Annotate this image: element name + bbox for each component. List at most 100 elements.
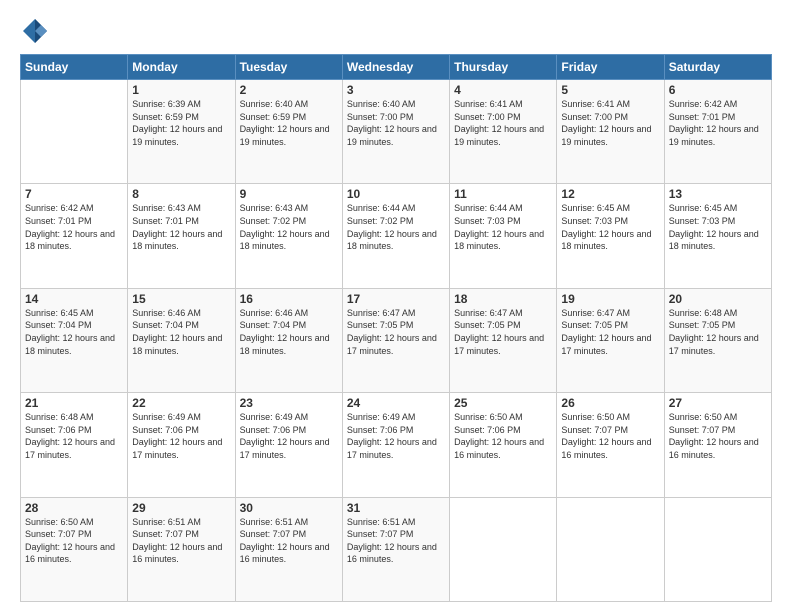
day-info: Sunrise: 6:47 AMSunset: 7:05 PMDaylight:… xyxy=(561,307,659,357)
day-number: 18 xyxy=(454,292,552,306)
day-number: 8 xyxy=(132,187,230,201)
day-number: 23 xyxy=(240,396,338,410)
day-cell: 26Sunrise: 6:50 AMSunset: 7:07 PMDayligh… xyxy=(557,393,664,497)
day-number: 5 xyxy=(561,83,659,97)
day-number: 12 xyxy=(561,187,659,201)
day-cell: 28Sunrise: 6:50 AMSunset: 7:07 PMDayligh… xyxy=(21,497,128,601)
day-cell: 21Sunrise: 6:48 AMSunset: 7:06 PMDayligh… xyxy=(21,393,128,497)
day-cell: 6Sunrise: 6:42 AMSunset: 7:01 PMDaylight… xyxy=(664,80,771,184)
calendar-table: SundayMondayTuesdayWednesdayThursdayFrid… xyxy=(20,54,772,602)
day-cell: 4Sunrise: 6:41 AMSunset: 7:00 PMDaylight… xyxy=(450,80,557,184)
header-day-thursday: Thursday xyxy=(450,55,557,80)
day-number: 28 xyxy=(25,501,123,515)
day-info: Sunrise: 6:50 AMSunset: 7:07 PMDaylight:… xyxy=(669,411,767,461)
day-info: Sunrise: 6:47 AMSunset: 7:05 PMDaylight:… xyxy=(454,307,552,357)
day-number: 2 xyxy=(240,83,338,97)
day-info: Sunrise: 6:50 AMSunset: 7:06 PMDaylight:… xyxy=(454,411,552,461)
week-row-0: 1Sunrise: 6:39 AMSunset: 6:59 PMDaylight… xyxy=(21,80,772,184)
day-info: Sunrise: 6:44 AMSunset: 7:02 PMDaylight:… xyxy=(347,202,445,252)
day-cell: 2Sunrise: 6:40 AMSunset: 6:59 PMDaylight… xyxy=(235,80,342,184)
day-number: 24 xyxy=(347,396,445,410)
header xyxy=(20,16,772,46)
logo xyxy=(20,16,54,46)
day-cell: 10Sunrise: 6:44 AMSunset: 7:02 PMDayligh… xyxy=(342,184,449,288)
day-cell: 8Sunrise: 6:43 AMSunset: 7:01 PMDaylight… xyxy=(128,184,235,288)
day-number: 15 xyxy=(132,292,230,306)
day-info: Sunrise: 6:49 AMSunset: 7:06 PMDaylight:… xyxy=(132,411,230,461)
day-cell xyxy=(557,497,664,601)
day-number: 30 xyxy=(240,501,338,515)
day-cell xyxy=(21,80,128,184)
day-info: Sunrise: 6:43 AMSunset: 7:01 PMDaylight:… xyxy=(132,202,230,252)
day-cell: 3Sunrise: 6:40 AMSunset: 7:00 PMDaylight… xyxy=(342,80,449,184)
day-cell: 11Sunrise: 6:44 AMSunset: 7:03 PMDayligh… xyxy=(450,184,557,288)
logo-icon xyxy=(20,16,50,46)
day-number: 1 xyxy=(132,83,230,97)
day-info: Sunrise: 6:49 AMSunset: 7:06 PMDaylight:… xyxy=(347,411,445,461)
day-cell: 20Sunrise: 6:48 AMSunset: 7:05 PMDayligh… xyxy=(664,288,771,392)
day-info: Sunrise: 6:40 AMSunset: 7:00 PMDaylight:… xyxy=(347,98,445,148)
day-info: Sunrise: 6:41 AMSunset: 7:00 PMDaylight:… xyxy=(561,98,659,148)
day-info: Sunrise: 6:42 AMSunset: 7:01 PMDaylight:… xyxy=(25,202,123,252)
day-info: Sunrise: 6:51 AMSunset: 7:07 PMDaylight:… xyxy=(132,516,230,566)
day-number: 25 xyxy=(454,396,552,410)
day-cell: 30Sunrise: 6:51 AMSunset: 7:07 PMDayligh… xyxy=(235,497,342,601)
day-number: 22 xyxy=(132,396,230,410)
day-cell: 12Sunrise: 6:45 AMSunset: 7:03 PMDayligh… xyxy=(557,184,664,288)
day-number: 20 xyxy=(669,292,767,306)
day-info: Sunrise: 6:51 AMSunset: 7:07 PMDaylight:… xyxy=(347,516,445,566)
day-info: Sunrise: 6:39 AMSunset: 6:59 PMDaylight:… xyxy=(132,98,230,148)
day-cell: 17Sunrise: 6:47 AMSunset: 7:05 PMDayligh… xyxy=(342,288,449,392)
day-number: 4 xyxy=(454,83,552,97)
day-cell xyxy=(450,497,557,601)
day-cell: 1Sunrise: 6:39 AMSunset: 6:59 PMDaylight… xyxy=(128,80,235,184)
header-row: SundayMondayTuesdayWednesdayThursdayFrid… xyxy=(21,55,772,80)
day-number: 11 xyxy=(454,187,552,201)
day-cell: 18Sunrise: 6:47 AMSunset: 7:05 PMDayligh… xyxy=(450,288,557,392)
day-number: 14 xyxy=(25,292,123,306)
week-row-4: 28Sunrise: 6:50 AMSunset: 7:07 PMDayligh… xyxy=(21,497,772,601)
day-cell: 15Sunrise: 6:46 AMSunset: 7:04 PMDayligh… xyxy=(128,288,235,392)
day-number: 9 xyxy=(240,187,338,201)
day-number: 26 xyxy=(561,396,659,410)
day-cell: 7Sunrise: 6:42 AMSunset: 7:01 PMDaylight… xyxy=(21,184,128,288)
day-cell: 13Sunrise: 6:45 AMSunset: 7:03 PMDayligh… xyxy=(664,184,771,288)
day-info: Sunrise: 6:41 AMSunset: 7:00 PMDaylight:… xyxy=(454,98,552,148)
day-info: Sunrise: 6:48 AMSunset: 7:06 PMDaylight:… xyxy=(25,411,123,461)
day-number: 21 xyxy=(25,396,123,410)
page: SundayMondayTuesdayWednesdayThursdayFrid… xyxy=(0,0,792,612)
day-info: Sunrise: 6:49 AMSunset: 7:06 PMDaylight:… xyxy=(240,411,338,461)
day-cell: 14Sunrise: 6:45 AMSunset: 7:04 PMDayligh… xyxy=(21,288,128,392)
header-day-wednesday: Wednesday xyxy=(342,55,449,80)
day-cell: 25Sunrise: 6:50 AMSunset: 7:06 PMDayligh… xyxy=(450,393,557,497)
week-row-3: 21Sunrise: 6:48 AMSunset: 7:06 PMDayligh… xyxy=(21,393,772,497)
day-info: Sunrise: 6:51 AMSunset: 7:07 PMDaylight:… xyxy=(240,516,338,566)
day-info: Sunrise: 6:44 AMSunset: 7:03 PMDaylight:… xyxy=(454,202,552,252)
day-cell: 9Sunrise: 6:43 AMSunset: 7:02 PMDaylight… xyxy=(235,184,342,288)
day-number: 31 xyxy=(347,501,445,515)
day-info: Sunrise: 6:50 AMSunset: 7:07 PMDaylight:… xyxy=(561,411,659,461)
day-number: 10 xyxy=(347,187,445,201)
day-info: Sunrise: 6:43 AMSunset: 7:02 PMDaylight:… xyxy=(240,202,338,252)
calendar-body: 1Sunrise: 6:39 AMSunset: 6:59 PMDaylight… xyxy=(21,80,772,602)
day-cell: 31Sunrise: 6:51 AMSunset: 7:07 PMDayligh… xyxy=(342,497,449,601)
header-day-monday: Monday xyxy=(128,55,235,80)
day-cell: 22Sunrise: 6:49 AMSunset: 7:06 PMDayligh… xyxy=(128,393,235,497)
day-cell xyxy=(664,497,771,601)
header-day-sunday: Sunday xyxy=(21,55,128,80)
day-cell: 24Sunrise: 6:49 AMSunset: 7:06 PMDayligh… xyxy=(342,393,449,497)
week-row-2: 14Sunrise: 6:45 AMSunset: 7:04 PMDayligh… xyxy=(21,288,772,392)
day-info: Sunrise: 6:46 AMSunset: 7:04 PMDaylight:… xyxy=(240,307,338,357)
day-number: 16 xyxy=(240,292,338,306)
day-number: 27 xyxy=(669,396,767,410)
day-info: Sunrise: 6:45 AMSunset: 7:03 PMDaylight:… xyxy=(561,202,659,252)
header-day-tuesday: Tuesday xyxy=(235,55,342,80)
day-info: Sunrise: 6:50 AMSunset: 7:07 PMDaylight:… xyxy=(25,516,123,566)
week-row-1: 7Sunrise: 6:42 AMSunset: 7:01 PMDaylight… xyxy=(21,184,772,288)
day-info: Sunrise: 6:40 AMSunset: 6:59 PMDaylight:… xyxy=(240,98,338,148)
day-info: Sunrise: 6:45 AMSunset: 7:04 PMDaylight:… xyxy=(25,307,123,357)
day-number: 19 xyxy=(561,292,659,306)
day-info: Sunrise: 6:42 AMSunset: 7:01 PMDaylight:… xyxy=(669,98,767,148)
day-info: Sunrise: 6:46 AMSunset: 7:04 PMDaylight:… xyxy=(132,307,230,357)
day-cell: 16Sunrise: 6:46 AMSunset: 7:04 PMDayligh… xyxy=(235,288,342,392)
